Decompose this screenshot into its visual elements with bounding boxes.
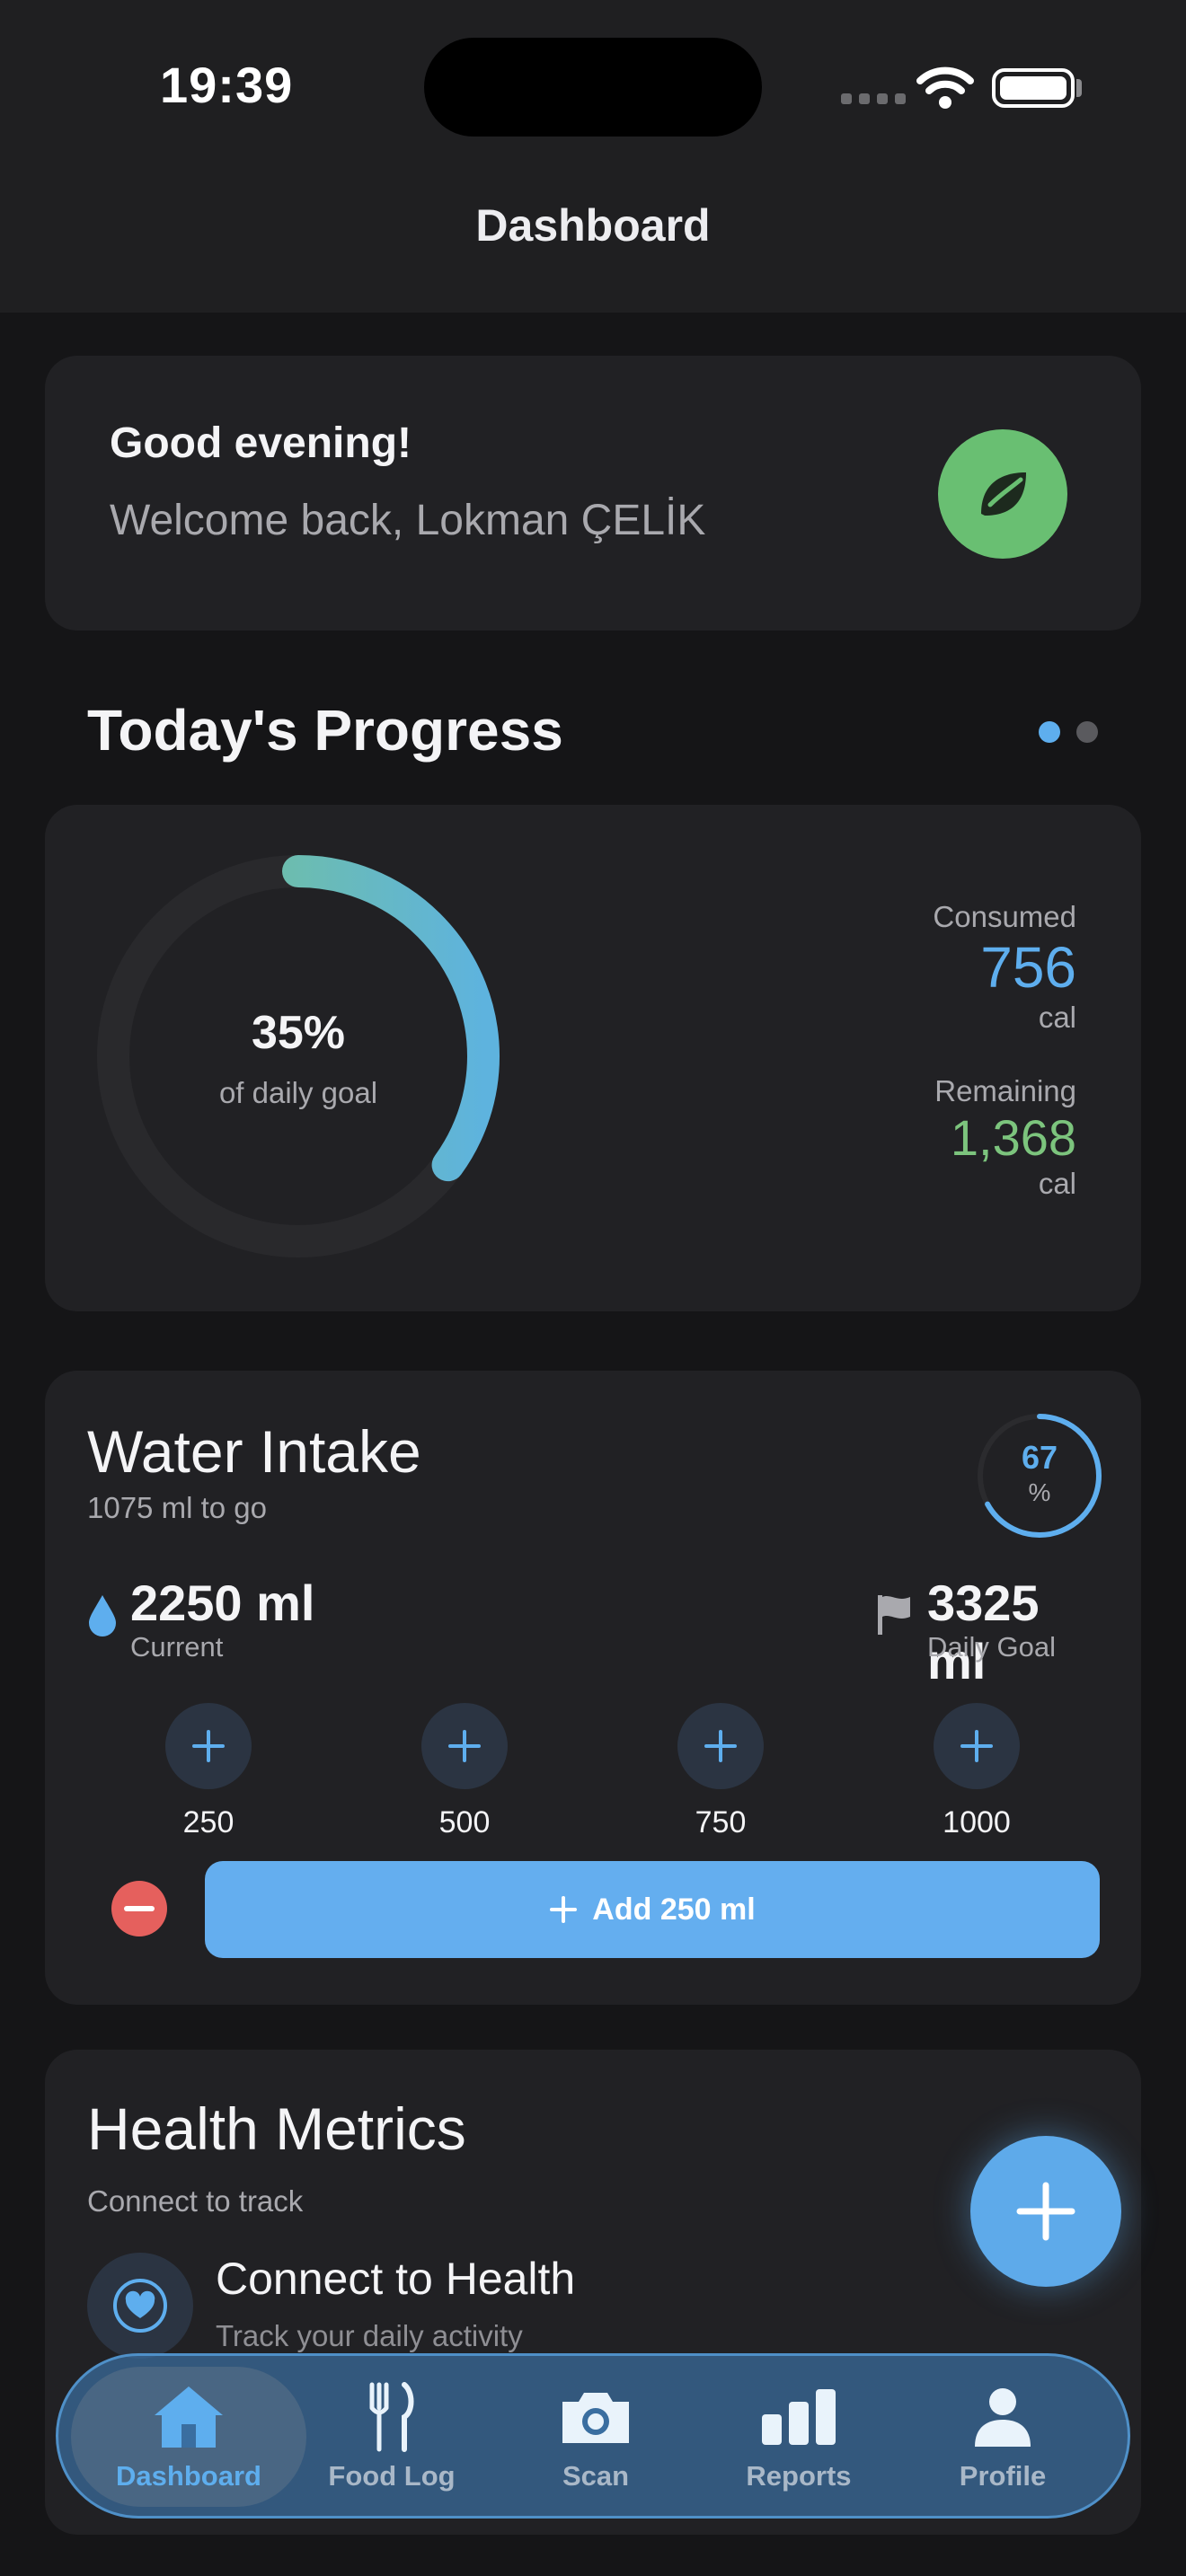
consumed-label: Consumed [933, 900, 1076, 933]
quick-add-label: 750 [695, 1805, 747, 1839]
consumed-value: 756 [980, 935, 1076, 1000]
camera-icon [492, 2379, 699, 2455]
plus-icon [550, 1896, 578, 1923]
connect-health-subtitle: Track your daily activity [216, 2319, 523, 2352]
tab-label: Reports [746, 2460, 852, 2492]
health-subtitle: Connect to track [87, 2184, 304, 2218]
plus-icon [1016, 2182, 1075, 2241]
water-goal-label: Daily Goal [927, 1631, 1056, 1663]
bottom-tab-bar: Dashboard Food Log Scan Reports Profile [56, 2353, 1130, 2519]
tab-label: Dashboard [116, 2460, 261, 2492]
plus-icon[interactable] [165, 1703, 252, 1789]
water-current-label: Current [130, 1631, 224, 1663]
plus-icon[interactable] [677, 1703, 764, 1789]
water-intake-card: Water Intake 1075 ml to go 67 % 2250 ml … [45, 1371, 1141, 2005]
battery-tip [1076, 79, 1082, 97]
tab-label: Profile [959, 2460, 1047, 2492]
water-drop-icon [89, 1595, 116, 1636]
calorie-progress-card[interactable]: 35% of daily goal Consumed 756 cal Remai… [45, 805, 1141, 1311]
page-indicator[interactable] [1039, 721, 1098, 743]
house-icon [85, 2379, 292, 2455]
quick-add-label: 250 [182, 1805, 235, 1839]
remaining-stat: Remaining 1,368 cal [934, 1074, 1076, 1201]
tab-scan[interactable]: Scan [492, 2379, 699, 2492]
leaf-icon[interactable] [938, 429, 1067, 559]
quick-add-1000[interactable]: 1000 [914, 1703, 1040, 1840]
health-title: Health Metrics [87, 2095, 466, 2162]
add-water-label: Add 250 ml [592, 1892, 756, 1927]
calorie-percent: 35% [251, 1007, 346, 1059]
water-remaining-text: 1075 ml to go [87, 1491, 267, 1524]
top-header: 19:39 Dashboard [0, 0, 1186, 313]
tab-label: Scan [562, 2460, 630, 2492]
status-time: 19:39 [160, 57, 294, 113]
add-fab-button[interactable] [970, 2136, 1121, 2287]
quick-add-label: 500 [438, 1805, 491, 1839]
quick-add-500[interactable]: 500 [402, 1703, 527, 1840]
flag-icon [878, 1595, 910, 1635]
water-percent: 67 [1021, 1439, 1058, 1476]
greeting-subtitle: Welcome back, Lokman ÇELİK [110, 497, 706, 544]
fork-knife-icon [288, 2379, 495, 2455]
greeting-title: Good evening! [110, 419, 412, 467]
plus-icon[interactable] [934, 1703, 1020, 1789]
app-screen: 19:39 Dashboard Good evening! Welcome ba… [0, 0, 1186, 2576]
quick-add-label: 1000 [943, 1805, 1011, 1839]
page-dot[interactable] [1076, 721, 1098, 743]
calorie-percent-caption: of daily goal [218, 1076, 378, 1109]
consumed-stat: Consumed 756 cal [933, 900, 1076, 1035]
water-current-value: 2250 ml [130, 1575, 315, 1631]
tab-label: Food Log [328, 2460, 456, 2492]
tab-reports[interactable]: Reports [695, 2379, 902, 2492]
consumed-unit: cal [1038, 1001, 1076, 1034]
add-water-button[interactable]: Add 250 ml [205, 1861, 1100, 1958]
heart-icon[interactable] [87, 2253, 193, 2359]
water-percent-unit: % [1028, 1478, 1051, 1506]
remaining-value: 1,368 [950, 1109, 1076, 1166]
person-icon [899, 2379, 1106, 2455]
bar-chart-icon [695, 2379, 902, 2455]
battery-icon [992, 68, 1075, 108]
water-title: Water Intake [87, 1418, 421, 1485]
wifi-icon [916, 66, 974, 109]
page-title: Dashboard [475, 200, 711, 251]
tab-dashboard[interactable]: Dashboard [85, 2379, 292, 2492]
plus-icon[interactable] [421, 1703, 508, 1789]
tab-profile[interactable]: Profile [899, 2379, 1106, 2492]
progress-section-title: Today's Progress [87, 698, 563, 763]
page-dot-active[interactable] [1039, 721, 1060, 743]
dynamic-island [424, 38, 762, 137]
cellular-signal-icon [841, 93, 906, 104]
quick-add-250[interactable]: 250 [146, 1703, 271, 1840]
remaining-unit: cal [1038, 1167, 1076, 1200]
quick-add-750[interactable]: 750 [658, 1703, 783, 1840]
remaining-label: Remaining [934, 1074, 1076, 1107]
tab-food-log[interactable]: Food Log [288, 2379, 495, 2492]
remove-water-button[interactable] [111, 1881, 167, 1936]
greeting-card: Good evening! Welcome back, Lokman ÇELİK [45, 356, 1141, 631]
connect-health-link[interactable]: Connect to Health [216, 2253, 575, 2305]
